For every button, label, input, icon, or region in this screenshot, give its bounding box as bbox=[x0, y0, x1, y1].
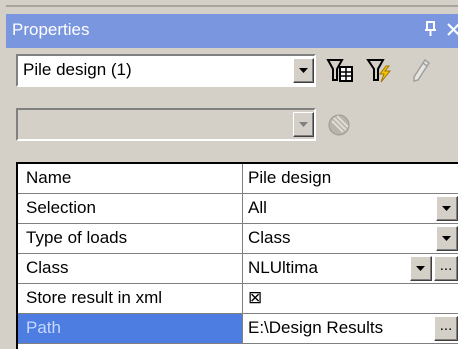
top-strip bbox=[0, 0, 458, 14]
property-value-path[interactable]: E:\Design Results bbox=[244, 314, 434, 343]
property-label: Path bbox=[18, 314, 243, 343]
object-selector-dropdown[interactable]: Pile design (1) bbox=[16, 54, 316, 87]
property-label: Class bbox=[18, 254, 243, 283]
property-row-selection[interactable]: Selection All bbox=[18, 194, 458, 224]
property-value-type-of-loads[interactable]: Class bbox=[244, 224, 458, 253]
property-value-selection[interactable]: All bbox=[244, 194, 458, 223]
property-label: Name bbox=[18, 164, 243, 193]
pin-icon[interactable] bbox=[423, 19, 439, 39]
close-icon[interactable] bbox=[445, 18, 458, 40]
property-row-store-result[interactable]: Store result in xml ⊠ bbox=[18, 284, 458, 314]
panel-titlebar: Properties bbox=[6, 14, 458, 48]
property-row-name[interactable]: Name Pile design bbox=[18, 164, 458, 194]
type-of-loads-chevron-down-icon[interactable] bbox=[436, 226, 458, 251]
property-label: Type of loads bbox=[18, 224, 243, 253]
panel-title: Properties bbox=[12, 20, 90, 39]
property-row-path[interactable]: Path E:\Design Results ... bbox=[18, 314, 458, 344]
store-result-checkbox[interactable]: ⊠ bbox=[244, 284, 458, 313]
property-label: Selection bbox=[18, 194, 243, 223]
property-row-class[interactable]: Class NLUltima ... bbox=[18, 254, 458, 284]
pencil-icon bbox=[410, 58, 432, 89]
selection-chevron-down-icon[interactable] bbox=[436, 196, 458, 221]
property-label: Store result in xml bbox=[18, 284, 243, 313]
property-grid: Name Pile design Selection All Type of l… bbox=[16, 162, 458, 349]
object-selector-chevron-down-icon[interactable] bbox=[293, 58, 314, 83]
secondary-selector-chevron-down-icon bbox=[293, 112, 314, 137]
filter-table-icon[interactable] bbox=[326, 58, 356, 89]
disabled-gear-icon bbox=[326, 112, 352, 143]
secondary-selector-dropdown bbox=[16, 108, 316, 141]
path-ellipsis-button[interactable]: ... bbox=[434, 316, 458, 341]
class-ellipsis-button[interactable]: ... bbox=[434, 256, 458, 281]
object-selector-value: Pile design (1) bbox=[23, 60, 132, 79]
top-shadow bbox=[6, 5, 458, 7]
property-value-name[interactable]: Pile design bbox=[244, 164, 458, 193]
filter-lightning-icon[interactable] bbox=[366, 58, 394, 89]
property-row-type-of-loads[interactable]: Type of loads Class bbox=[18, 224, 458, 254]
class-chevron-down-icon[interactable] bbox=[410, 256, 432, 281]
